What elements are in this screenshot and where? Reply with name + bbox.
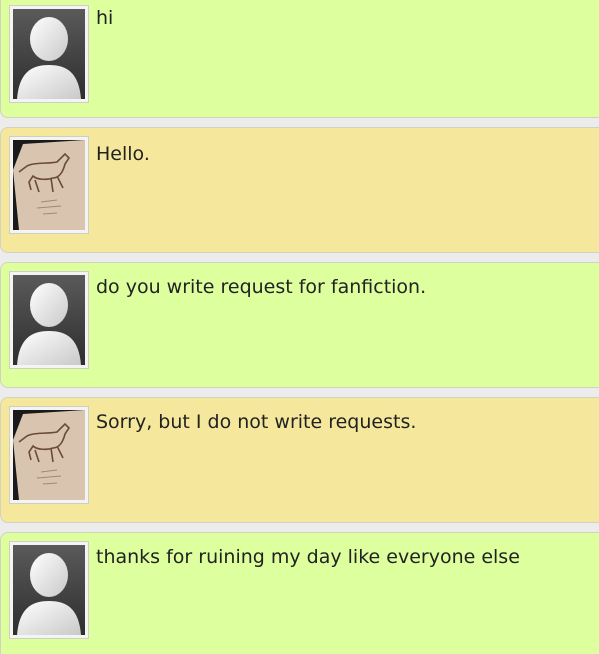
horse-sketch-avatar bbox=[13, 410, 85, 500]
user-avatar[interactable] bbox=[9, 271, 89, 369]
message-item: thanks for ruining my day like everyone … bbox=[0, 532, 599, 654]
default-silhouette-icon bbox=[13, 9, 85, 99]
user-avatar[interactable] bbox=[9, 541, 89, 639]
writer-avatar[interactable] bbox=[9, 406, 89, 504]
message-item: do you write request for fanfiction. bbox=[0, 262, 599, 388]
message-item: hi bbox=[0, 0, 599, 118]
message-text: hi bbox=[96, 7, 114, 29]
message-item: Hello. bbox=[0, 127, 599, 253]
message-thread: hi Hello. do you write request for fanfi… bbox=[0, 0, 599, 654]
message-text: Sorry, but I do not write requests. bbox=[96, 411, 417, 433]
default-silhouette-icon bbox=[13, 275, 85, 365]
message-item: Sorry, but I do not write requests. bbox=[0, 397, 599, 523]
default-silhouette-icon bbox=[13, 545, 85, 635]
horse-sketch-avatar bbox=[13, 140, 85, 230]
message-text: Hello. bbox=[96, 143, 150, 165]
message-text: do you write request for fanfiction. bbox=[96, 276, 427, 298]
user-avatar[interactable] bbox=[9, 5, 89, 103]
writer-avatar[interactable] bbox=[9, 136, 89, 234]
message-text: thanks for ruining my day like everyone … bbox=[96, 546, 520, 568]
